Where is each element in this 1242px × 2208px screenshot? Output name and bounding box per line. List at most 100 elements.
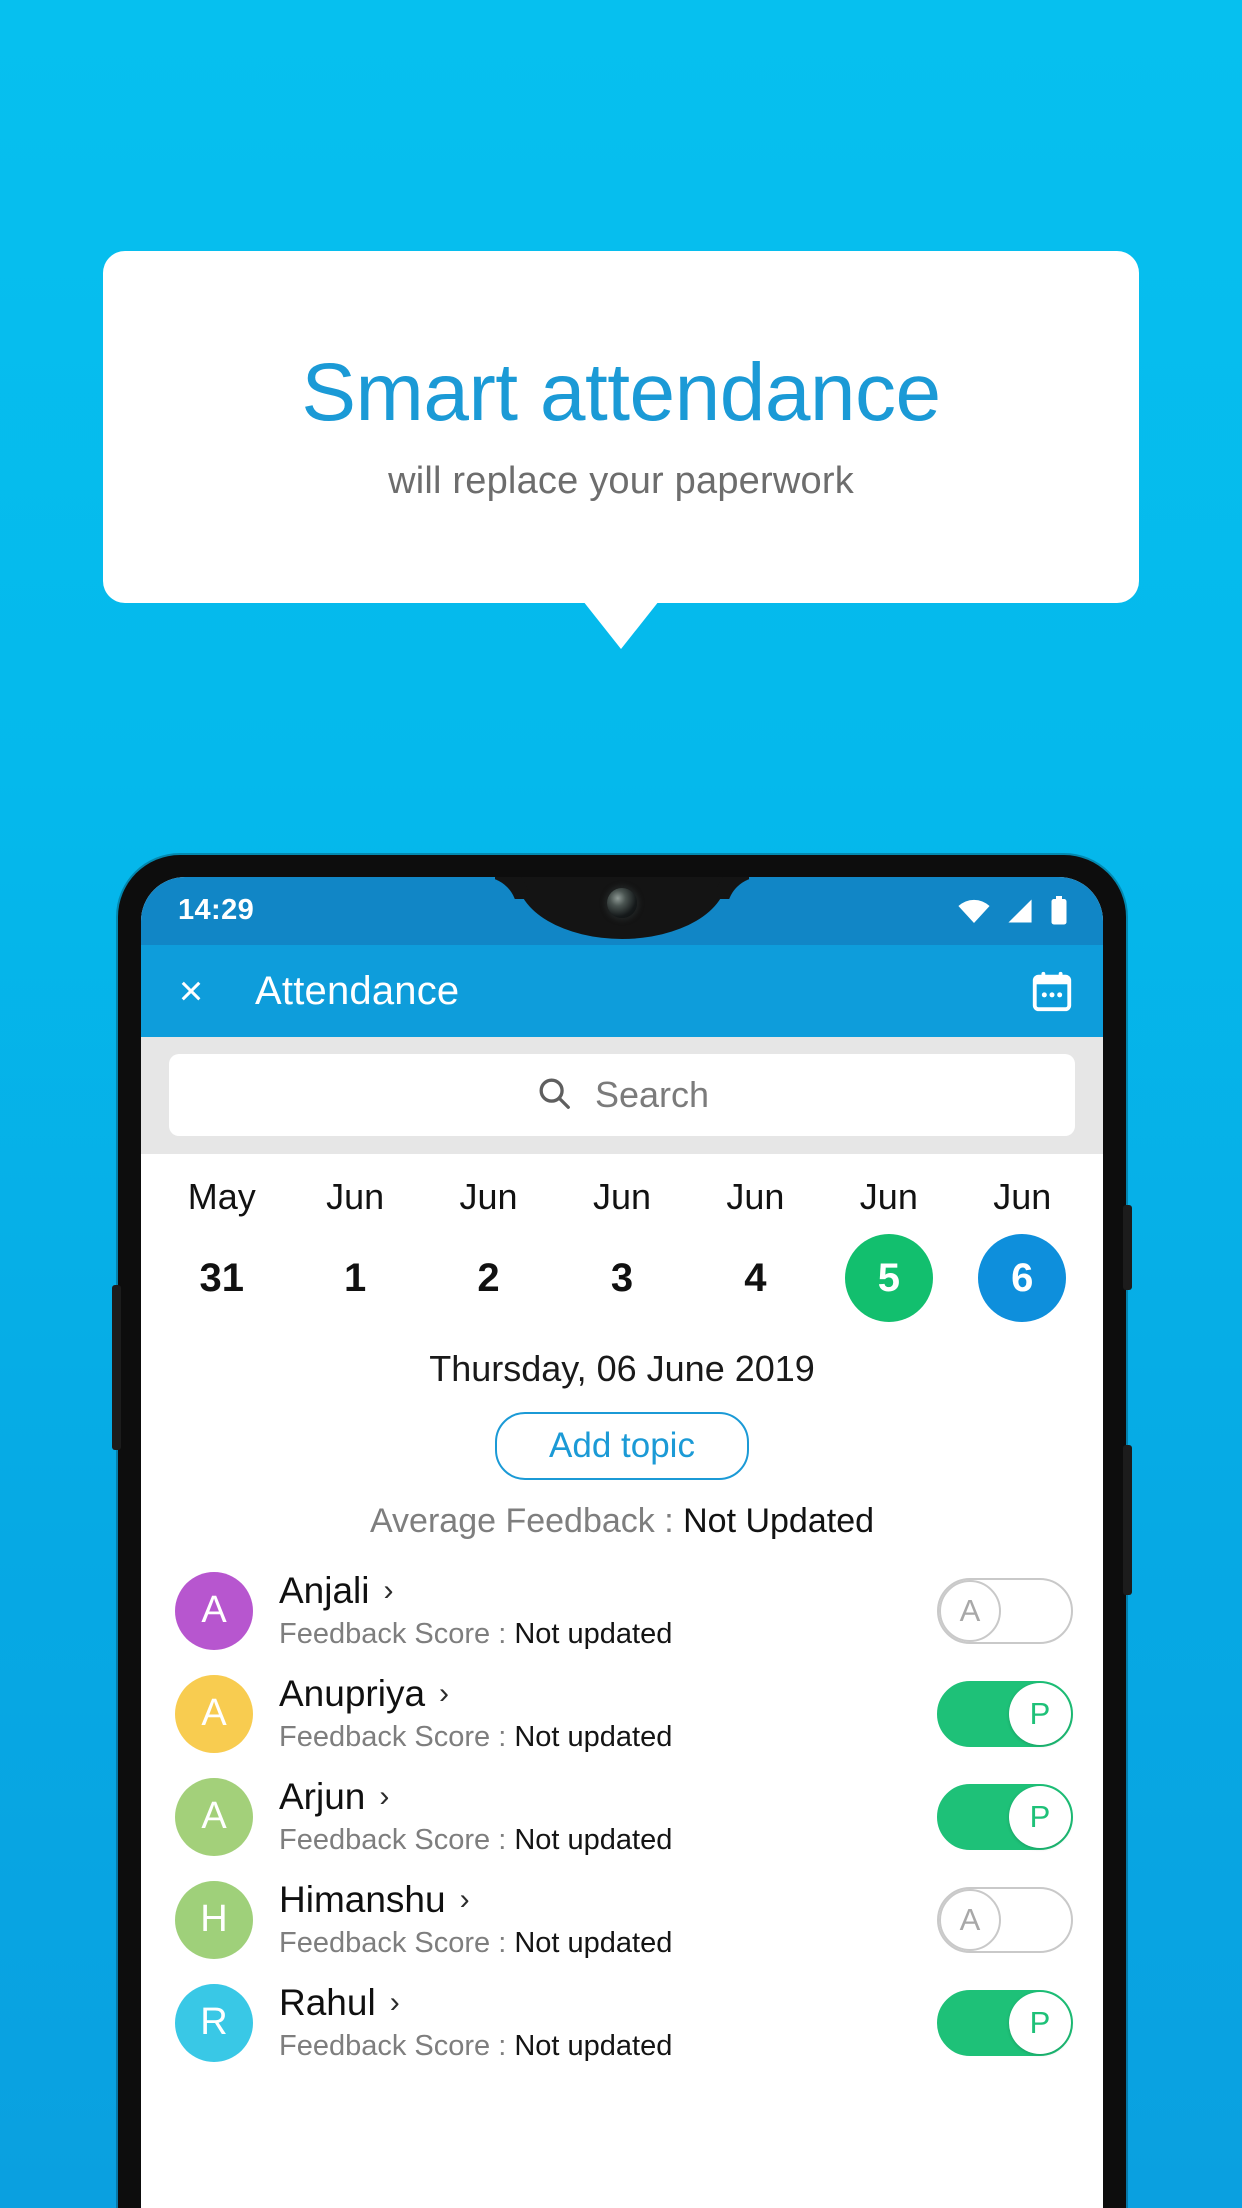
front-camera-icon (607, 888, 637, 918)
phone-screen: 14:29 × Attendance Search May 31 Jun 1 J… (141, 877, 1103, 2208)
calendar-icon[interactable] (1029, 968, 1075, 1014)
student-name: Himanshu (279, 1879, 446, 1920)
average-feedback: Average Feedback : Not Updated (141, 1502, 1103, 1541)
feedback-score-label: Feedback Score : (279, 1927, 515, 1959)
date-day-number[interactable]: 6 (978, 1234, 1067, 1322)
phone-power-button (1123, 1205, 1132, 1290)
date-month-label: Jun (993, 1176, 1052, 1217)
date-day-number[interactable]: 4 (711, 1234, 799, 1322)
date-day-number[interactable]: 3 (578, 1234, 666, 1322)
search-input[interactable]: Search (169, 1054, 1075, 1136)
date-month-label: May (187, 1176, 256, 1217)
date-month-label: Jun (859, 1176, 918, 1217)
student-name-row: Rahul › (279, 1982, 937, 2024)
student-row[interactable]: R Rahul › Feedback Score : Not updated P (141, 1971, 1103, 2074)
avatar: A (175, 1777, 253, 1856)
phone-side-button (112, 1285, 121, 1450)
phone-bezel: 14:29 × Attendance Search May 31 Jun 1 J… (141, 877, 1103, 2208)
student-info: Himanshu › Feedback Score : Not updated (279, 1879, 937, 1960)
chevron-right-icon[interactable]: › (460, 1885, 470, 1915)
feedback-score-label: Feedback Score : (279, 1721, 515, 1753)
date-day-number[interactable]: 2 (445, 1234, 533, 1322)
date-strip-day[interactable]: Jun 6 (956, 1176, 1089, 1322)
average-feedback-value: Not Updated (683, 1502, 875, 1540)
date-month-label: Jun (726, 1176, 785, 1217)
feedback-score-value: Not updated (514, 2030, 673, 2062)
student-row[interactable]: A Anjali › Feedback Score : Not updated A (141, 1559, 1103, 1662)
attendance-toggle-knob: A (939, 1579, 1001, 1642)
chevron-right-icon[interactable]: › (379, 1782, 389, 1812)
feedback-score-value: Not updated (514, 1824, 673, 1856)
phone-mockup: 14:29 × Attendance Search May 31 Jun 1 J… (112, 855, 1132, 2208)
wifi-icon (957, 898, 991, 929)
student-info: Arjun › Feedback Score : Not updated (279, 1776, 937, 1857)
promo-title: Smart attendance (301, 346, 941, 438)
chevron-right-icon[interactable]: › (439, 1679, 449, 1709)
student-name-row: Himanshu › (279, 1879, 937, 1921)
attendance-toggle[interactable]: A (937, 1577, 1073, 1644)
date-strip-day[interactable]: May 31 (155, 1176, 288, 1322)
feedback-score-label: Feedback Score : (279, 2030, 515, 2062)
promo-subtitle: will replace your paperwork (388, 459, 854, 502)
student-row[interactable]: A Arjun › Feedback Score : Not updated P (141, 1765, 1103, 1868)
search-bar-container: Search (141, 1037, 1103, 1154)
close-icon[interactable]: × (169, 969, 213, 1013)
attendance-toggle[interactable]: P (937, 1783, 1073, 1850)
attendance-toggle-knob: P (1009, 1991, 1071, 2054)
date-strip-day[interactable]: Jun 2 (422, 1176, 555, 1322)
date-strip-day[interactable]: Jun 5 (822, 1176, 955, 1322)
student-list: A Anjali › Feedback Score : Not updated A A An… (141, 1559, 1103, 2074)
feedback-score-value: Not updated (514, 1618, 673, 1650)
phone-notch (517, 877, 727, 939)
student-name: Anjali (279, 1570, 370, 1611)
student-name: Arjun (279, 1776, 366, 1817)
date-month-label: Jun (459, 1176, 518, 1217)
date-day-number[interactable]: 1 (311, 1234, 399, 1322)
date-day-number[interactable]: 5 (844, 1234, 933, 1322)
add-topic-button[interactable]: Add topic (495, 1412, 749, 1480)
headline-bubble: Smart attendance will replace your paper… (103, 251, 1139, 603)
attendance-toggle[interactable]: P (937, 1989, 1073, 2056)
date-strip-day[interactable]: Jun 3 (555, 1176, 688, 1322)
app-bar: × Attendance (141, 945, 1103, 1037)
date-strip-day[interactable]: Jun 1 (288, 1176, 421, 1322)
date-strip-day[interactable]: Jun 4 (689, 1176, 822, 1322)
student-info: Rahul › Feedback Score : Not updated (279, 1982, 937, 2063)
student-feedback: Feedback Score : Not updated (279, 1721, 937, 1754)
status-icons (957, 896, 1069, 931)
date-month-label: Jun (592, 1176, 651, 1217)
feedback-score-value: Not updated (514, 1927, 673, 1959)
student-info: Anupriya › Feedback Score : Not updated (279, 1673, 937, 1754)
phone-volume-button (1123, 1445, 1132, 1595)
date-month-label: Jun (326, 1176, 385, 1217)
chevron-right-icon[interactable]: › (384, 1576, 394, 1606)
student-name: Anupriya (279, 1673, 426, 1714)
student-name-row: Anupriya › (279, 1673, 937, 1715)
date-day-number[interactable]: 31 (178, 1234, 266, 1322)
avatar: A (175, 1674, 253, 1753)
attendance-toggle[interactable]: P (937, 1680, 1073, 1747)
search-placeholder: Search (594, 1074, 710, 1115)
avatar: R (175, 1983, 253, 2062)
student-name: Rahul (279, 1982, 376, 2023)
average-feedback-label: Average Feedback : (369, 1502, 684, 1540)
signal-icon (1005, 898, 1035, 929)
attendance-toggle-knob: P (1009, 1682, 1071, 1745)
student-name-row: Anjali › (279, 1570, 937, 1612)
student-row[interactable]: H Himanshu › Feedback Score : Not updated A (141, 1868, 1103, 1971)
status-clock: 14:29 (178, 894, 255, 926)
avatar: H (175, 1880, 253, 1959)
status-bar: 14:29 (141, 877, 1103, 945)
chevron-right-icon[interactable]: › (390, 1988, 400, 2018)
student-feedback: Feedback Score : Not updated (279, 1618, 937, 1651)
bubble-tail (583, 601, 659, 649)
student-feedback: Feedback Score : Not updated (279, 2030, 937, 2063)
attendance-toggle[interactable]: A (937, 1886, 1073, 1953)
promo-banner: Smart attendance will replace your paper… (0, 0, 1242, 2208)
attendance-toggle-knob: P (1009, 1785, 1071, 1848)
student-feedback: Feedback Score : Not updated (279, 1824, 937, 1857)
app-bar-title: Attendance (255, 968, 460, 1013)
avatar: A (175, 1571, 253, 1650)
student-info: Anjali › Feedback Score : Not updated (279, 1570, 937, 1651)
student-row[interactable]: A Anupriya › Feedback Score : Not updated P (141, 1662, 1103, 1765)
